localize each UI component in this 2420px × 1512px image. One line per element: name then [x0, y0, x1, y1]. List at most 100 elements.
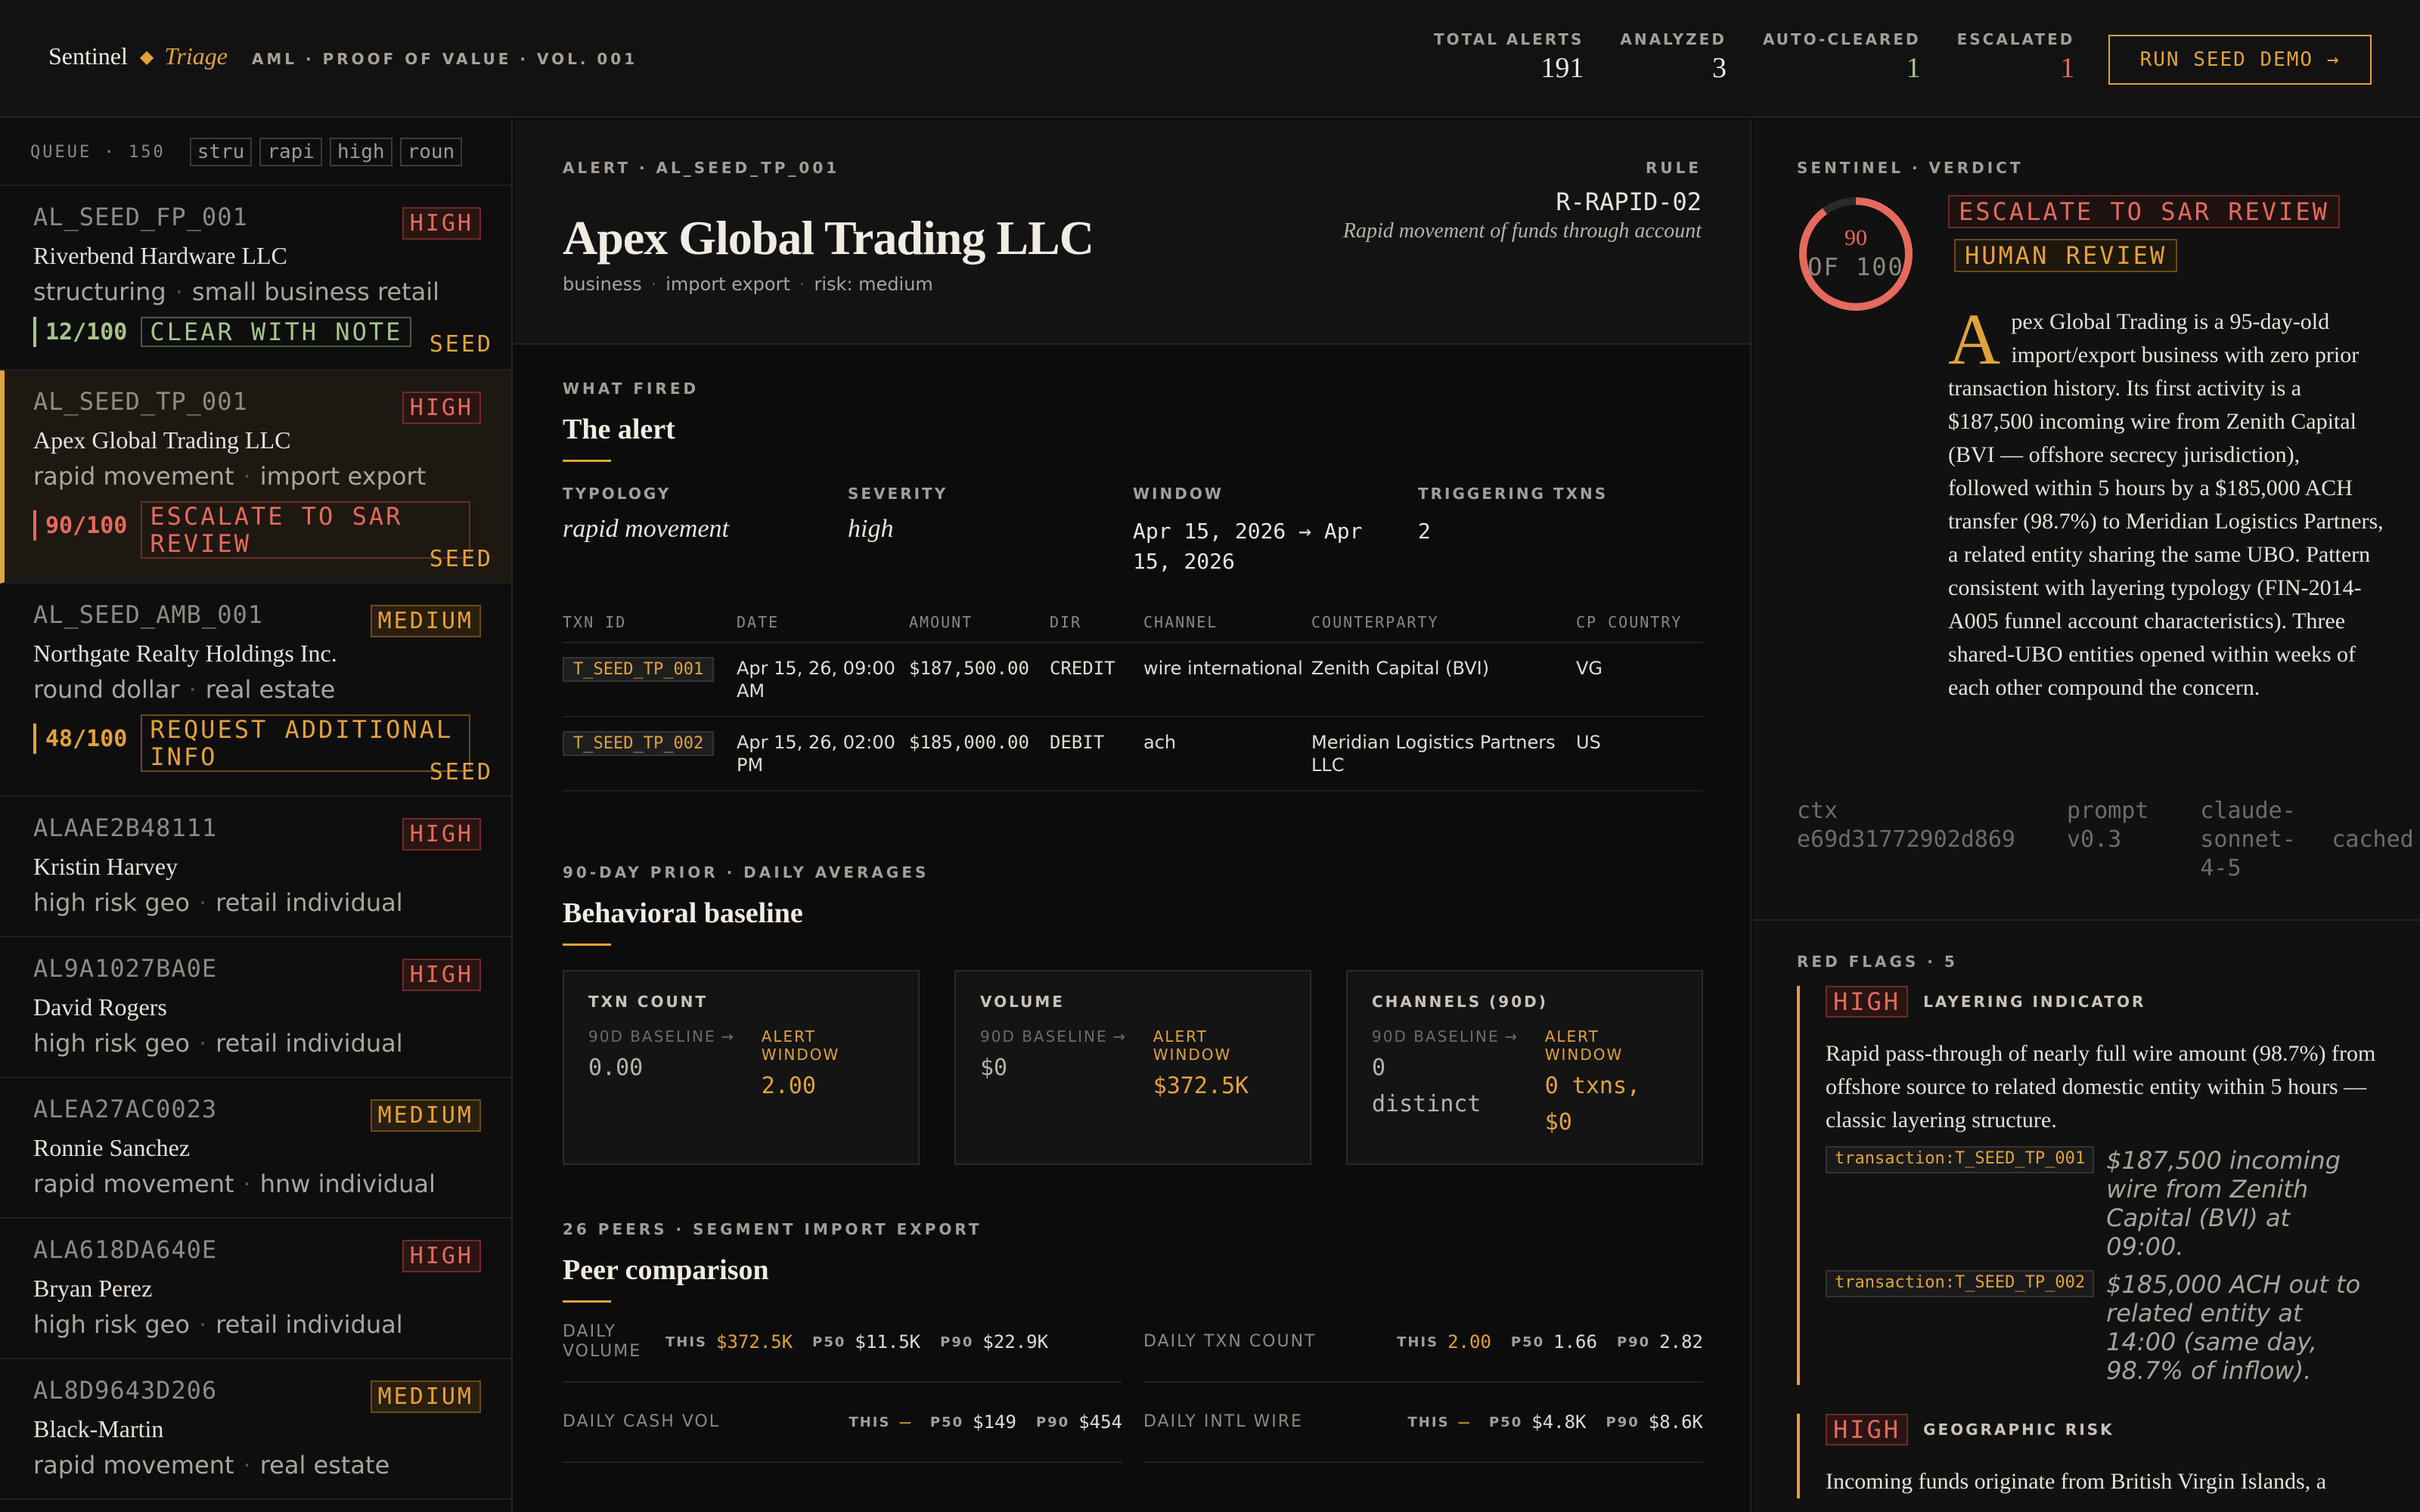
queue-title: QUEUE · 150	[30, 142, 166, 162]
section-eyebrow: 90-DAY PRIOR · DAILY AVERAGES	[563, 863, 929, 881]
rule-code: R-RAPID-02	[1556, 187, 1702, 216]
flag-description: Incoming funds originate from British Vi…	[1826, 1469, 2327, 1494]
severity-badge: HIGH	[402, 959, 481, 991]
queue-item[interactable]: ALAAE2B48111 HIGH Kristin Harvey high ri…	[0, 797, 511, 937]
arrow-right-icon: →	[1112, 1027, 1126, 1046]
arrow-right-icon: →	[1504, 1027, 1518, 1046]
filter-chip-rapid[interactable]: rapi	[259, 138, 322, 166]
peer-row: DAILY VOLUME THIS $372.5K P50 $11.5K P90 $2…	[563, 1303, 1122, 1383]
severity-badge: MEDIUM	[370, 605, 481, 637]
alert-meta: business · import export · risk: medium	[563, 274, 933, 295]
brand-name: Sentinel	[48, 42, 128, 70]
evidence-link[interactable]: transaction:T_SEED_TP_001	[1826, 1146, 2095, 1173]
section-title: Behavioral baseline	[563, 897, 803, 929]
customer-name: Riverbend Hardware LLC	[33, 242, 287, 269]
peer-row: DAILY CASH VOL THIS — P50 $149 P90 $454	[563, 1383, 1122, 1463]
red-flag: HIGH GEOGRAPHIC RISK Incoming funds orig…	[1797, 1414, 2394, 1498]
txn-amount: $187,500.00	[909, 643, 1050, 717]
customer-name: David Rogers	[33, 993, 167, 1021]
table-row[interactable]: T_SEED_TP_001 Apr 15, 26, 09:00 AM $187,…	[563, 643, 1703, 717]
peer-section: 26 PEERS · SEGMENT IMPORT EXPORT Peer co…	[563, 1220, 1703, 1463]
evidence-link[interactable]: transaction:T_SEED_TP_002	[1826, 1270, 2095, 1297]
fact-window: WINDOW Apr 15, 2026 → Apr 15, 2026	[1133, 485, 1363, 574]
alert-detail: ALERT · AL_SEED_TP_001 Apex Global Tradi…	[514, 119, 1751, 1512]
dropcap: A	[1948, 299, 2001, 380]
verdict-summary: SENTINEL · VERDICT 90 OF 100 ESCALATE TO…	[1753, 119, 2420, 921]
queue-item-active[interactable]: AL_SEED_TP_001 HIGH Apex Global Trading …	[0, 370, 511, 584]
alert-tags: rapid movement · hnw individual	[33, 1170, 436, 1198]
verdict-badge: CLEAR WITH NOTE	[141, 317, 412, 347]
alert-header: ALERT · AL_SEED_TP_001 Apex Global Tradi…	[514, 119, 1750, 345]
severity-badge: HIGH	[402, 207, 481, 240]
score-gauge: 90 OF 100	[1797, 195, 1915, 313]
alert-facts: TYPOLOGY rapid movement SEVERITY high WI…	[563, 485, 1703, 577]
score-value: 90	[1844, 225, 1867, 250]
baseline-card-txn-count: TXN COUNT 90D BASELINE 0.00 → ALERT WIND…	[563, 970, 920, 1165]
severity-badge: MEDIUM	[370, 1380, 481, 1413]
peer-table: DAILY VOLUME THIS $372.5K P50 $11.5K P90 $2…	[563, 1303, 1703, 1463]
stat-auto-cleared: AUTO-CLEARED 1	[1762, 30, 1921, 84]
column-header: DIR	[1050, 613, 1143, 643]
score-max: OF 100	[1807, 253, 1904, 281]
verdict-panel: SENTINEL · VERDICT 90 OF 100 ESCALATE TO…	[1753, 119, 2420, 1512]
diamond-icon: ◆	[139, 46, 154, 67]
queue-item[interactable]: AL_SEED_FP_001 HIGH Riverbend Hardware L…	[0, 186, 511, 370]
alert-tags: round dollar · real estate	[33, 675, 336, 704]
what-fired-section: WHAT FIRED The alert TYPOLOGY rapid move…	[563, 380, 1703, 792]
fact-triggering-txns: TRIGGERING TXNS 2	[1418, 485, 1609, 544]
queue-item[interactable]: ALA618DA640E HIGH Bryan Perez high risk …	[0, 1219, 511, 1359]
section-title: Peer comparison	[563, 1254, 769, 1286]
section-rule	[563, 460, 611, 462]
txn-id[interactable]: T_SEED_TP_002	[563, 731, 715, 756]
fact-severity: SEVERITY high	[848, 485, 948, 543]
verdict-badge: ESCALATE TO SAR REVIEW	[141, 501, 471, 559]
filter-chip-round[interactable]: roun	[399, 138, 463, 166]
arrow-right-icon: →	[721, 1027, 734, 1046]
column-header: CP COUNTRY	[1576, 613, 1703, 643]
filter-chip-high[interactable]: high	[329, 138, 392, 166]
severity-badge: HIGH	[402, 392, 481, 424]
seed-label: SEED	[429, 759, 493, 785]
rule-block: RULE R-RAPID-02 Rapid movement of funds …	[1343, 159, 1702, 243]
queue-item[interactable]: AL9A1027BA0E HIGH David Rogers high risk…	[0, 937, 511, 1078]
txn-direction: CREDIT	[1050, 643, 1143, 717]
stat-value: 1	[1906, 52, 1921, 84]
peer-row: DAILY TXN COUNT THIS 2.00 P50 1.66 P90 2.82	[1143, 1303, 1703, 1383]
section-eyebrow: 26 PEERS · SEGMENT IMPORT EXPORT	[563, 1220, 982, 1238]
page-title: Apex Global Trading LLC	[563, 211, 1094, 265]
risk-score: 90/100	[33, 510, 127, 541]
model-name: claude-sonnet-4-5	[2200, 798, 2296, 881]
red-flag: HIGH LAYERING INDICATOR Rapid pass-throu…	[1797, 986, 2394, 1385]
queue-item[interactable]: AL8D9643D206 MEDIUM Black-Martin rapid m…	[0, 1359, 511, 1500]
queue-header: QUEUE · 150 stru rapi high roun	[0, 119, 511, 186]
customer-name: Bryan Perez	[33, 1275, 153, 1302]
queue-item[interactable]: AL_SEED_AMB_001 MEDIUM Northgate Realty …	[0, 584, 511, 797]
alert-tags: structuring · small business retail	[33, 277, 440, 306]
txn-id[interactable]: T_SEED_TP_001	[563, 657, 715, 682]
evidence-item: transaction:T_SEED_TP_002 $185,000 ACH o…	[1826, 1270, 2394, 1385]
seed-label: SEED	[429, 331, 493, 358]
queue-item[interactable]: ALEA27AC0023 MEDIUM Ronnie Sanchez rapid…	[0, 1078, 511, 1219]
table-row[interactable]: T_SEED_TP_002 Apr 15, 26, 02:00 PM $185,…	[563, 717, 1703, 792]
customer-name: Apex Global Trading LLC	[33, 426, 291, 454]
txn-channel: wire international	[1143, 643, 1311, 717]
stat-analyzed: ANALYZED 3	[1620, 30, 1727, 84]
top-bar: Sentinel ◆ Triage AML · PROOF OF VALUE ·…	[0, 0, 2420, 118]
severity-badge: HIGH	[1826, 1414, 1909, 1445]
severity-badge: HIGH	[1826, 986, 1909, 1018]
txn-direction: DEBIT	[1050, 717, 1143, 792]
alert-eyebrow: ALERT · AL_SEED_TP_001	[563, 159, 840, 177]
txn-date: Apr 15, 26, 02:00 PM	[737, 717, 909, 792]
brand-sub: Triage	[164, 42, 228, 70]
run-seed-demo-button[interactable]: RUN SEED DEMO →	[2108, 35, 2372, 85]
txn-counterparty: Zenith Capital (BVI)	[1311, 643, 1576, 717]
transactions-table: TXN ID DATE AMOUNT DIR CHANNEL COUNTERPA…	[563, 613, 1703, 792]
stats: TOTAL ALERTS 191 ANALYZED 3 AUTO-CLEARED…	[1434, 30, 2111, 85]
verdict-narrative: Apex Global Trading is a 95-day-old impo…	[1948, 299, 2384, 701]
column-header: COUNTERPARTY	[1311, 613, 1576, 643]
alert-tags: rapid movement · real estate	[33, 1451, 390, 1479]
stat-value: 1	[2060, 52, 2075, 84]
section-eyebrow: WHAT FIRED	[563, 380, 700, 398]
baseline-value: $0	[980, 1055, 1008, 1081]
filter-chip-structuring[interactable]: stru	[189, 138, 253, 166]
